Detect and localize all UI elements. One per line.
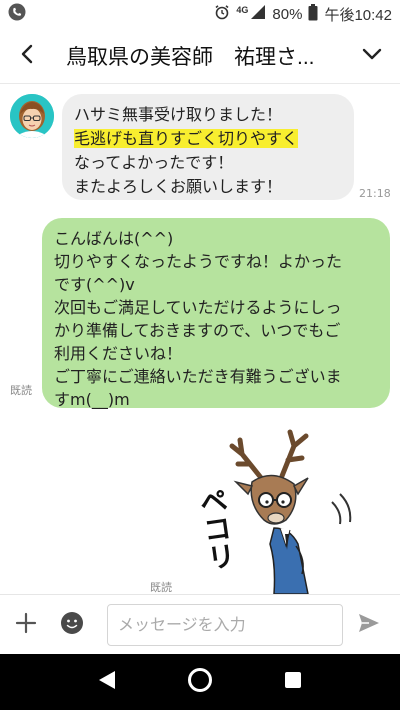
- network-label: 4G: [236, 5, 249, 15]
- chevron-down-icon: [361, 43, 383, 69]
- alarm-icon: [214, 4, 230, 24]
- plus-button[interactable]: [0, 595, 52, 655]
- chat-title: 鳥取県の美容師 祐理さ...: [66, 45, 315, 69]
- status-bar: 4G 80% 午後10:42: [0, 0, 400, 28]
- back-button[interactable]: [0, 28, 56, 84]
- home-circle-icon: [187, 667, 213, 697]
- chat-area[interactable]: ハサミ無事受け取りました！ 毛逃げも直りすごく切りやすく なってよかったです！ …: [0, 84, 400, 594]
- signal-icon: [250, 4, 266, 24]
- system-nav-bar: [0, 654, 400, 710]
- message-line: ご丁寧にご連絡いただき有難うございま: [54, 367, 342, 386]
- message-timestamp: 21:18: [359, 187, 391, 200]
- send-button[interactable]: [343, 595, 395, 655]
- menu-button[interactable]: [344, 28, 400, 84]
- emoji-icon: [60, 611, 84, 639]
- read-receipt: 既読: [10, 384, 32, 397]
- message-line: です(^^)v: [54, 275, 135, 294]
- message-line: ハサミ無事受け取りました！: [74, 105, 283, 124]
- deer-sticker[interactable]: ペコリ: [190, 424, 370, 594]
- battery-percent: 80%: [272, 5, 303, 23]
- highlighted-message-line: 毛逃げも直りすごく切りやすく: [74, 129, 299, 148]
- recents-square-icon: [284, 671, 302, 693]
- nav-recents-button[interactable]: [268, 657, 318, 707]
- message-line: またよろしくお願いします！: [74, 177, 283, 196]
- back-triangle-icon: [97, 669, 117, 695]
- emoji-button[interactable]: [52, 595, 92, 655]
- message-input[interactable]: [107, 603, 343, 646]
- message-line: 次回もご満足していただけるようにしっ: [54, 298, 342, 317]
- phone-call-icon: [8, 3, 26, 25]
- sticker-text: ペコリ: [194, 485, 238, 573]
- outgoing-message-bubble[interactable]: こんばんは(^^) 切りやすくなったようですね！よかった です(^^)v 次回も…: [42, 218, 390, 409]
- message-line: かり準備しておきますので、いつでもご: [54, 321, 341, 340]
- nav-back-button[interactable]: [82, 657, 132, 707]
- plus-icon: [15, 612, 37, 638]
- send-icon: [357, 612, 381, 638]
- nav-home-button[interactable]: [175, 657, 225, 707]
- message-line: こんばんは(^^): [54, 229, 174, 248]
- message-line: なってよかったです！: [74, 153, 234, 172]
- read-receipt: 既読: [150, 581, 172, 594]
- message-line: 切りやすくなったようですね！よかった: [54, 252, 343, 271]
- avatar[interactable]: [10, 94, 54, 138]
- message-line: 利用くださいね！: [54, 344, 183, 363]
- message-input-bar: [0, 594, 400, 654]
- chat-header: 鳥取県の美容師 祐理さ...: [0, 28, 400, 84]
- clock: 午後10:42: [324, 6, 392, 24]
- message-line: すm(__)m: [54, 390, 130, 409]
- battery-icon: [308, 3, 318, 25]
- incoming-message-bubble[interactable]: ハサミ無事受け取りました！ 毛逃げも直りすごく切りやすく なってよかったです！ …: [62, 94, 354, 200]
- back-arrow-icon: [18, 44, 38, 68]
